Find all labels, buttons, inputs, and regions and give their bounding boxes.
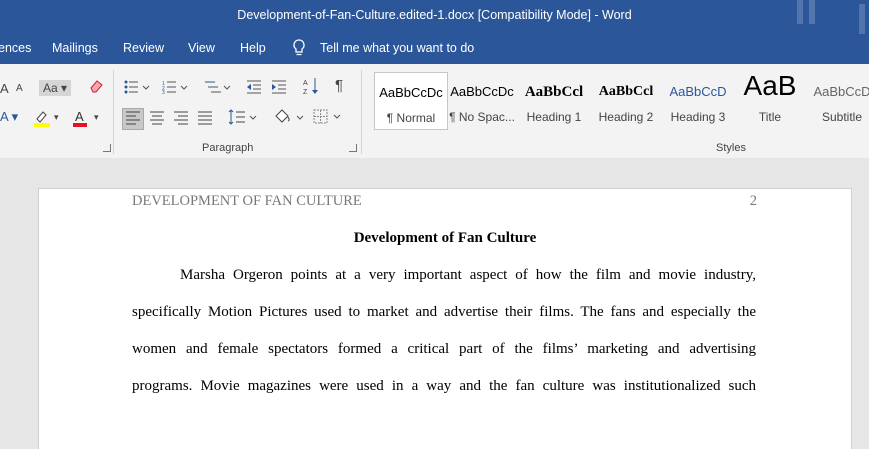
align-right-icon[interactable]	[173, 111, 189, 127]
body-line: Marsha Orgeron points at a very importan…	[180, 267, 756, 283]
group-separator	[361, 70, 362, 154]
font-color-icon[interactable]: A	[72, 109, 88, 129]
styles-gallery: AaBbCcDc ¶ Normal AaBbCcDc ¶ No Spac... …	[370, 70, 869, 132]
borders-icon[interactable]	[313, 109, 343, 127]
body-line: programs. Movie magazines were used in a…	[132, 378, 756, 394]
style-name: Heading 1	[526, 110, 582, 124]
decrease-indent-icon[interactable]	[246, 80, 262, 96]
paragraph-dialog-launcher-icon[interactable]	[349, 144, 357, 152]
style-sample: AaBbCcD	[813, 84, 869, 99]
highlight-color-icon[interactable]	[33, 109, 51, 129]
document-title: Development of Fan Culture	[353, 230, 537, 246]
change-case-button[interactable]: Aa ▾	[39, 80, 72, 96]
show-formatting-icon[interactable]: ¶	[335, 78, 343, 93]
style-name: Heading 3	[670, 110, 726, 124]
style-heading-3[interactable]: AaBbCcD Heading 3	[662, 70, 734, 132]
align-left-icon[interactable]	[122, 108, 144, 130]
ribbon: A A Aa ▾ A ▾ ▾ A ▾ 123 AZ ¶ Paragraph Aa…	[0, 64, 869, 159]
running-header: DEVELOPMENT OF FAN CULTURE	[132, 193, 362, 209]
justify-icon[interactable]	[197, 111, 213, 127]
highlight-dropdown-icon[interactable]: ▾	[54, 113, 59, 122]
style-name: Title	[758, 110, 782, 124]
grow-font-icon[interactable]: A	[16, 84, 23, 94]
body-line: women and female spectators formed a cri…	[132, 341, 756, 357]
increase-indent-icon[interactable]	[271, 80, 287, 96]
style-sample: AaBbCcl	[524, 84, 584, 100]
style-name: ¶ No Spac...	[449, 110, 515, 124]
style-name: ¶ Normal	[386, 111, 436, 125]
style-normal[interactable]: AaBbCcDc ¶ Normal	[374, 72, 448, 130]
style-sample: AaBbCcDc	[450, 84, 514, 99]
svg-text:3: 3	[162, 90, 165, 94]
svg-text:A: A	[303, 80, 308, 87]
tell-me-search[interactable]: Tell me what you want to do	[320, 41, 474, 55]
title-bar-decoration	[797, 0, 865, 34]
tab-view[interactable]: View	[188, 41, 215, 55]
change-case-label: Aa	[43, 81, 58, 95]
document-area[interactable]: DEVELOPMENT OF FAN CULTURE 2 Development…	[0, 158, 869, 449]
styles-group-label: Styles	[716, 142, 746, 154]
style-name: Heading 2	[598, 110, 654, 124]
style-subtitle[interactable]: AaBbCcD Subtitle	[806, 70, 869, 132]
style-heading-1[interactable]: AaBbCcl Heading 1	[518, 70, 590, 132]
document-page[interactable]: DEVELOPMENT OF FAN CULTURE 2 Development…	[38, 188, 852, 449]
tab-mailings[interactable]: Mailings	[52, 41, 98, 55]
ribbon-tabs: ences Mailings Review View Help Tell me …	[0, 34, 869, 64]
font-dialog-launcher-icon[interactable]	[103, 144, 111, 152]
shrink-font-icon[interactable]: A	[0, 82, 9, 95]
style-heading-2[interactable]: AaBbCcl Heading 2	[590, 70, 662, 132]
bullets-icon[interactable]	[124, 80, 150, 96]
svg-text:A: A	[75, 109, 84, 124]
tab-help[interactable]: Help	[240, 41, 266, 55]
tab-references[interactable]: ences	[0, 41, 31, 55]
svg-text:Z: Z	[303, 89, 308, 95]
style-title[interactable]: AaB Title	[734, 70, 806, 132]
tab-review[interactable]: Review	[123, 41, 164, 55]
sort-icon[interactable]: AZ	[303, 77, 319, 97]
group-separator	[113, 70, 114, 154]
multilevel-list-icon[interactable]	[203, 80, 231, 96]
page-number: 2	[749, 193, 757, 209]
window-title: Development-of-Fan-Culture.edited-1.docx…	[237, 8, 632, 22]
numbering-icon[interactable]: 123	[162, 80, 188, 96]
shading-icon[interactable]	[273, 108, 305, 128]
style-sample: AaBbCcD	[669, 84, 727, 99]
clear-formatting-icon[interactable]	[88, 78, 104, 96]
style-sample: AaBbCcl	[598, 84, 654, 99]
style-sample: AaBbCcDc	[379, 85, 443, 100]
body-line: specifically Motion Pictures used to mar…	[132, 304, 756, 320]
text-effects-icon[interactable]: A ▾	[0, 110, 18, 123]
line-spacing-icon[interactable]	[228, 109, 258, 127]
lightbulb-icon[interactable]	[292, 39, 306, 60]
style-no-spacing[interactable]: AaBbCcDc ¶ No Spac...	[446, 70, 518, 132]
title-bar: Development-of-Fan-Culture.edited-1.docx…	[0, 0, 869, 34]
paragraph-group-label: Paragraph	[202, 142, 254, 154]
font-color-dropdown-icon[interactable]: ▾	[94, 113, 99, 122]
align-center-icon[interactable]	[149, 111, 165, 127]
style-sample: AaB	[743, 70, 797, 101]
style-name: Subtitle	[821, 110, 863, 124]
